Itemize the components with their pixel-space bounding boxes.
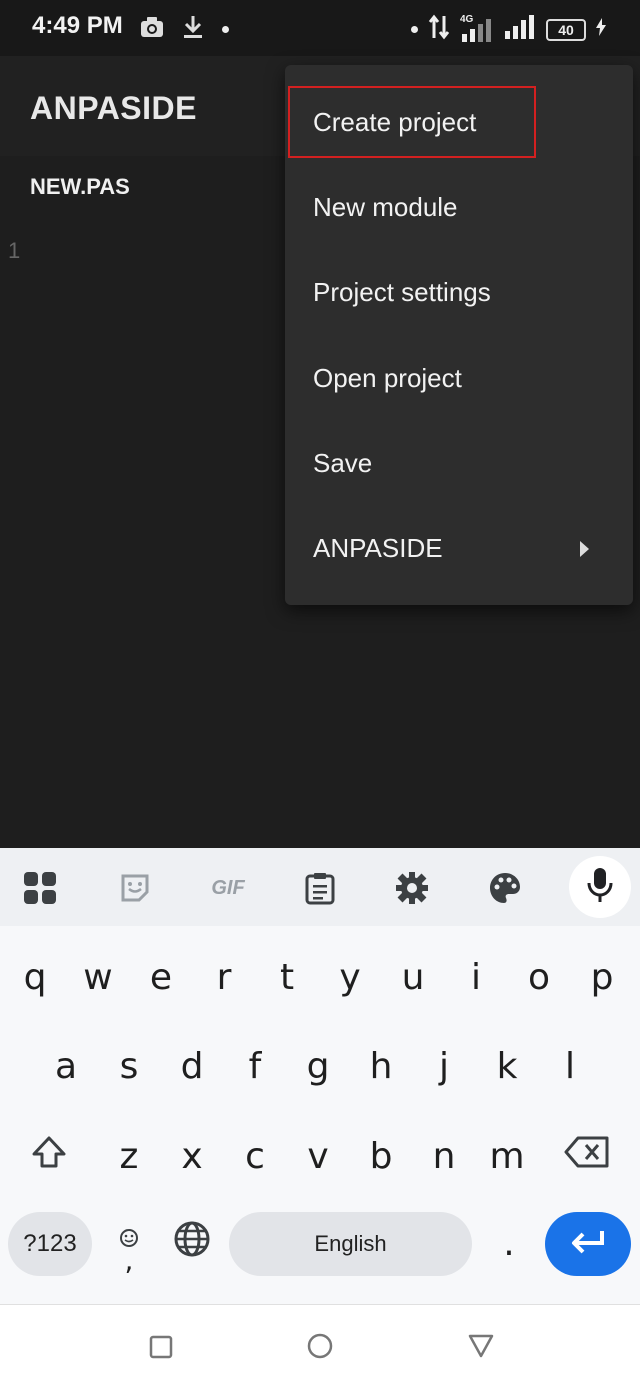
palette-icon[interactable] bbox=[485, 868, 525, 908]
key-v[interactable]: v bbox=[289, 1121, 347, 1191]
navigation-bar bbox=[0, 1304, 640, 1388]
menu-item-new-module[interactable]: New module bbox=[285, 165, 633, 250]
menu-item-open-project[interactable]: Open project bbox=[285, 336, 633, 421]
key-i[interactable]: i bbox=[447, 942, 505, 1012]
key-d[interactable]: d bbox=[163, 1031, 221, 1101]
overflow-menu: Create project New module Project settin… bbox=[285, 65, 633, 605]
key-u[interactable]: u bbox=[384, 942, 442, 1012]
menu-item-save[interactable]: Save bbox=[285, 421, 633, 506]
mic-icon bbox=[586, 867, 614, 908]
data-transfer-icon bbox=[428, 14, 450, 45]
period-key[interactable]: . bbox=[480, 1208, 538, 1278]
space-bar[interactable]: English bbox=[229, 1212, 472, 1276]
key-g[interactable]: g bbox=[289, 1031, 347, 1101]
backspace-icon bbox=[564, 1135, 610, 1178]
key-z[interactable]: z bbox=[100, 1121, 158, 1191]
key-c[interactable]: c bbox=[226, 1121, 284, 1191]
menu-item-label: Save bbox=[313, 448, 373, 478]
key-f[interactable]: f bbox=[226, 1031, 284, 1101]
keyboard-toolbar: GIF bbox=[0, 848, 640, 926]
mic-button[interactable] bbox=[569, 856, 631, 918]
signal-icon bbox=[504, 14, 536, 45]
enter-icon bbox=[568, 1228, 608, 1261]
menu-item-label: New module bbox=[313, 192, 458, 222]
key-w[interactable]: w bbox=[69, 942, 127, 1012]
shift-icon bbox=[31, 1135, 67, 1178]
key-e[interactable]: e bbox=[132, 942, 190, 1012]
key-x[interactable]: x bbox=[163, 1121, 221, 1191]
battery-icon: 40 bbox=[546, 18, 586, 41]
tab-new-pas[interactable]: NEW.PAS bbox=[30, 174, 130, 200]
key-s[interactable]: s bbox=[100, 1031, 158, 1101]
submenu-arrow-icon bbox=[580, 540, 589, 557]
shift-key[interactable] bbox=[20, 1121, 78, 1191]
enter-key[interactable] bbox=[545, 1212, 631, 1276]
status-bar: 4:49 PM 4G 40 bbox=[0, 0, 640, 56]
key-l[interactable]: l bbox=[541, 1031, 599, 1101]
key-b[interactable]: b bbox=[352, 1121, 410, 1191]
menu-item-label: Open project bbox=[313, 363, 462, 393]
signal-4g-icon: 4G bbox=[460, 14, 494, 44]
comma-emoji-key[interactable]: , bbox=[100, 1208, 158, 1278]
key-p[interactable]: p bbox=[573, 942, 631, 1012]
key-j[interactable]: j bbox=[415, 1031, 473, 1101]
camera-icon bbox=[140, 16, 164, 43]
sticker-icon[interactable] bbox=[115, 868, 155, 908]
key-a[interactable]: a bbox=[37, 1031, 95, 1101]
status-time: 4:49 PM bbox=[32, 12, 123, 39]
menu-item-label: Project settings bbox=[313, 277, 491, 307]
language-key[interactable] bbox=[163, 1208, 221, 1278]
symbols-key[interactable]: ?123 bbox=[8, 1212, 92, 1276]
gif-icon[interactable]: GIF bbox=[206, 868, 250, 908]
menu-item-project-settings[interactable]: Project settings bbox=[285, 250, 633, 335]
backspace-key[interactable] bbox=[556, 1121, 618, 1191]
download-icon bbox=[182, 14, 204, 45]
notification-dot bbox=[411, 26, 418, 33]
home-circle-icon[interactable] bbox=[307, 1333, 333, 1364]
app-title: ANPASIDE bbox=[30, 90, 197, 126]
apps-grid-icon[interactable] bbox=[20, 868, 60, 908]
line-number: 1 bbox=[8, 238, 21, 263]
key-h[interactable]: h bbox=[352, 1031, 410, 1101]
key-n[interactable]: n bbox=[415, 1121, 473, 1191]
notification-dot bbox=[222, 26, 229, 33]
key-o[interactable]: o bbox=[510, 942, 568, 1012]
settings-icon[interactable] bbox=[392, 868, 432, 908]
highlight-box bbox=[288, 86, 536, 158]
menu-item-label: ANPASIDE bbox=[313, 533, 443, 563]
charging-icon bbox=[596, 18, 606, 41]
globe-icon bbox=[173, 1220, 211, 1267]
recents-square-icon[interactable] bbox=[149, 1335, 173, 1364]
key-k[interactable]: k bbox=[478, 1031, 536, 1101]
key-q[interactable]: q bbox=[6, 942, 64, 1012]
key-r[interactable]: r bbox=[195, 942, 253, 1012]
key-y[interactable]: y bbox=[321, 942, 379, 1012]
clipboard-icon[interactable] bbox=[300, 868, 340, 908]
menu-item-anpaside[interactable]: ANPASIDE bbox=[285, 506, 633, 591]
key-m[interactable]: m bbox=[478, 1121, 536, 1191]
back-triangle-icon[interactable] bbox=[467, 1333, 495, 1364]
key-t[interactable]: t bbox=[258, 942, 316, 1012]
